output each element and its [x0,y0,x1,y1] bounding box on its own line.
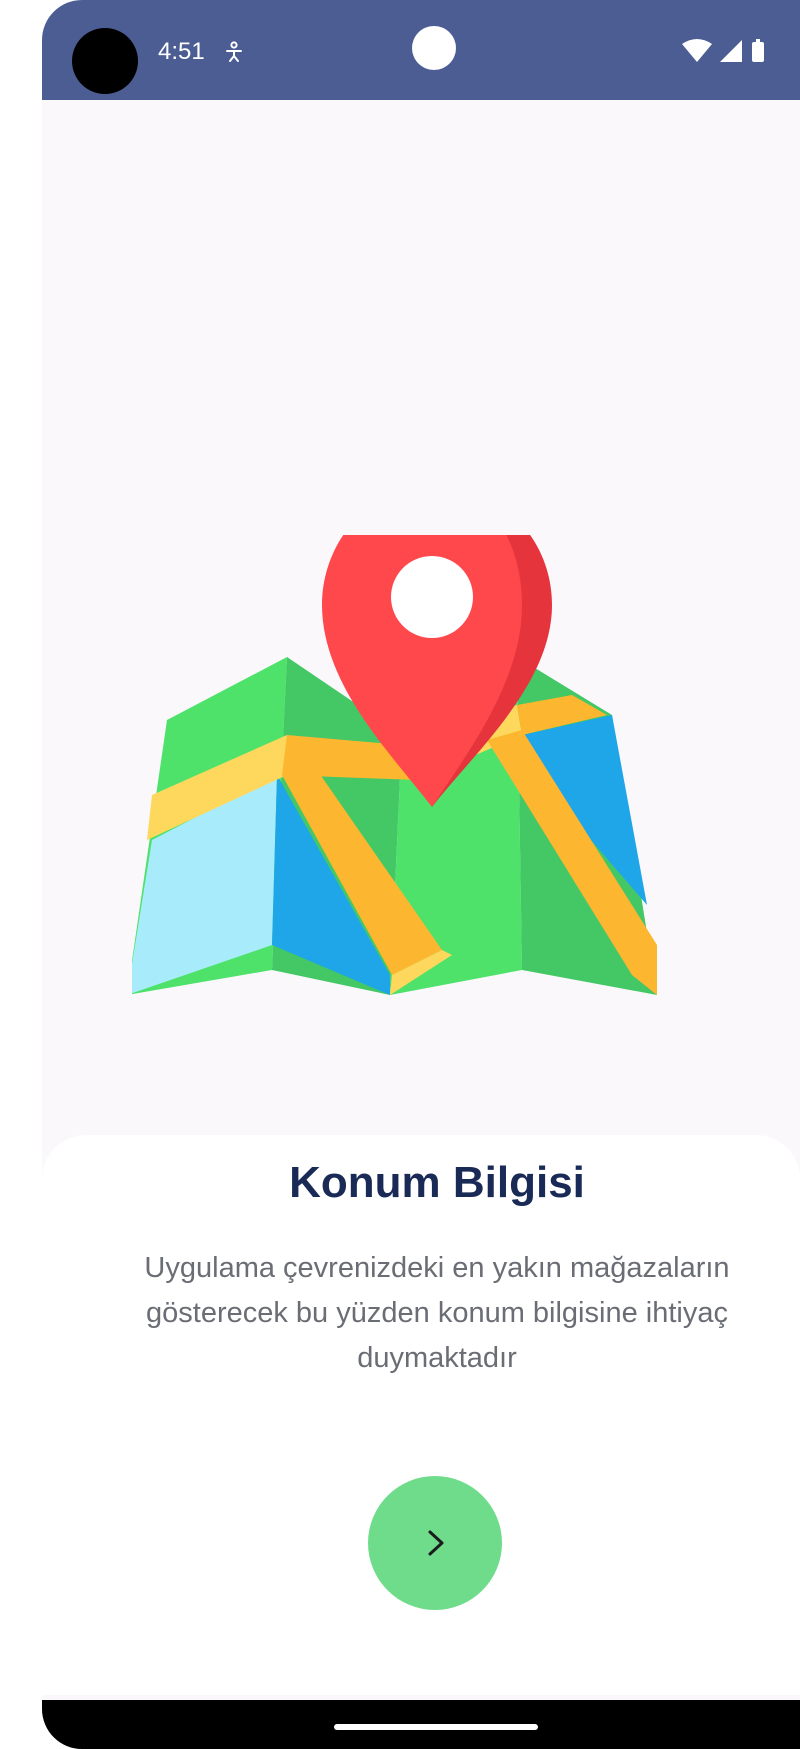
home-indicator[interactable] [334,1724,538,1730]
chevron-right-icon [428,1530,444,1556]
status-time: 4:51 [158,38,205,65]
front-sensor [412,26,456,70]
onboarding-card [42,1135,800,1695]
phone-screen: 4:51 Konum Bilgisi Uygulama çevrenizdeki… [42,0,800,1749]
next-button[interactable] [368,1476,502,1610]
status-icons [682,39,764,62]
wifi-icon [682,39,712,62]
onboarding-description: Uygulama çevrenizdeki en yakın mağazalar… [144,1252,730,1374]
map-location-pin-icon [132,535,657,995]
status-bar: 4:51 [42,0,800,100]
page-title: Konum Bilgisi [289,1158,585,1207]
accessibility-icon [226,41,242,62]
battery-icon [752,39,764,62]
cellular-signal-icon [720,40,742,62]
camera-cutout [72,28,138,94]
